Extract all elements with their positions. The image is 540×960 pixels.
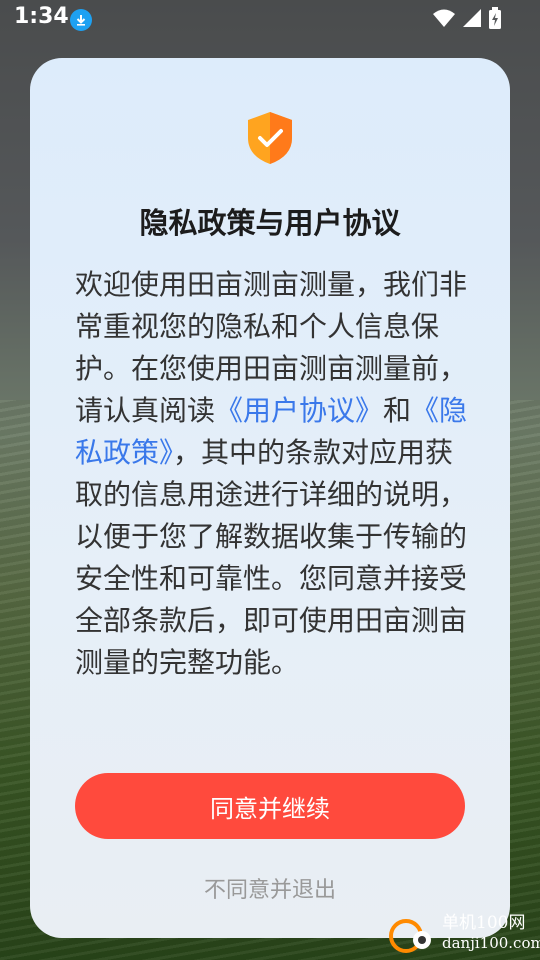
watermark-name: 单机100网: [442, 913, 526, 933]
battery-icon: [488, 7, 502, 33]
disagree-exit-button[interactable]: 不同意并退出: [30, 872, 510, 904]
wifi-icon: [432, 8, 456, 32]
privacy-dialog: 隐私政策与用户协议 欢迎使用田亩测亩测量，我们非常重视您的隐私和个人信息保护。在…: [30, 58, 510, 938]
watermark-logo-icon: [388, 916, 438, 960]
dialog-body: 欢迎使用田亩测亩测量，我们非常重视您的隐私和个人信息保护。在您使用田亩测亩测量前…: [75, 264, 470, 684]
watermark-url: danji100.com: [442, 934, 540, 952]
body-text-part3: ，其中的条款对应用获取的信息用途进行详细的说明，以便于您了解数据收集于传输的安全…: [75, 436, 468, 679]
signal-icon: [462, 8, 482, 32]
status-time: 1:34: [14, 4, 69, 29]
user-agreement-link[interactable]: 《用户协议》: [215, 394, 383, 427]
shield-check-icon: [244, 110, 296, 170]
body-text-part2: 和: [383, 394, 412, 427]
status-bar: 1:34: [0, 0, 540, 36]
watermark: 单机100网 danji100.com: [380, 910, 540, 960]
download-icon: [70, 9, 92, 31]
dialog-title: 隐私政策与用户协议: [139, 206, 401, 240]
agree-continue-button[interactable]: 同意并继续: [75, 773, 465, 839]
